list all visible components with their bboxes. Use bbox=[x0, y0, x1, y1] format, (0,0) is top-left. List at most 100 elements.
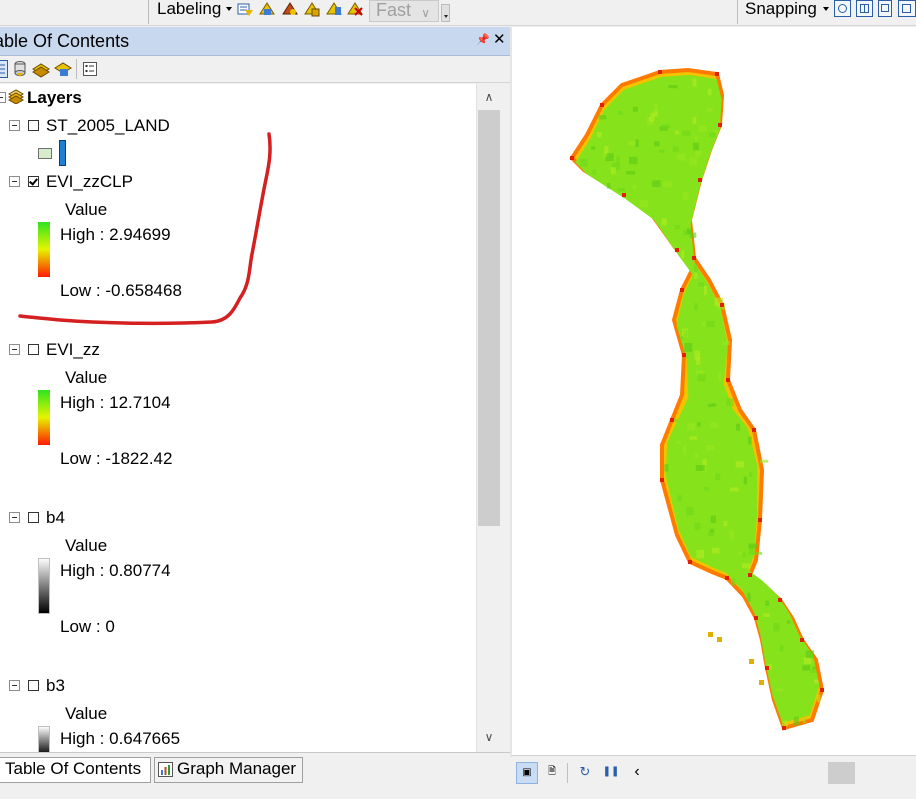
tab-table-of-contents[interactable]: Table Of Contents bbox=[0, 757, 151, 783]
polygon-symbol-swatch[interactable] bbox=[38, 148, 52, 159]
scroll-left-icon[interactable]: ‹ bbox=[626, 762, 648, 784]
layer-visibility-checkbox[interactable] bbox=[28, 344, 39, 355]
raster-edge-pixel bbox=[675, 248, 679, 252]
raster-texture-cell bbox=[802, 665, 811, 671]
data-view-button[interactable]: ▣ bbox=[516, 762, 538, 784]
raster-texture-cell bbox=[721, 340, 730, 345]
raster-edge-pixel bbox=[820, 688, 824, 692]
chevron-down-icon[interactable] bbox=[823, 7, 829, 11]
snapping-menu[interactable]: Snapping bbox=[745, 0, 817, 20]
raster-texture-cell bbox=[710, 515, 716, 524]
map-horizontal-scroll-thumb[interactable] bbox=[828, 762, 855, 784]
legend-high-value: High : 0.647665 bbox=[60, 729, 181, 748]
legend-field-label: Value bbox=[65, 200, 108, 219]
pin-icon[interactable]: 📌 bbox=[476, 33, 490, 46]
layer-name-b4[interactable]: b4 bbox=[46, 509, 65, 527]
options-icon[interactable] bbox=[82, 61, 98, 77]
raster-texture-cell bbox=[635, 139, 639, 148]
layers-root-label[interactable]: Layers bbox=[27, 89, 82, 107]
color-ramp-swatch[interactable] bbox=[38, 390, 50, 445]
map-canvas[interactable] bbox=[512, 27, 916, 755]
collapse-layer-toggle[interactable] bbox=[9, 512, 20, 523]
pause-labeling-icon[interactable] bbox=[325, 1, 343, 17]
list-by-source-icon[interactable] bbox=[12, 60, 28, 78]
vertex-snapping-icon[interactable] bbox=[878, 0, 892, 17]
graph-icon bbox=[158, 762, 173, 777]
raster-texture-cell bbox=[687, 423, 696, 431]
tab-label: Table Of Contents bbox=[5, 759, 142, 778]
raster-texture-cell bbox=[692, 117, 697, 124]
raster-texture-cell bbox=[773, 622, 780, 632]
layer-name-evi-zz[interactable]: EVI_zz bbox=[46, 341, 100, 359]
point-snapping-icon[interactable] bbox=[834, 0, 851, 17]
line-symbol-swatch[interactable] bbox=[59, 140, 66, 166]
arcmap-window: Labeling Fast ∨ Snapping ble Of Contents… bbox=[0, 0, 916, 799]
raster-texture-cell bbox=[693, 264, 698, 273]
raster-texture-cell bbox=[697, 373, 706, 382]
raster-edge-pixel bbox=[765, 666, 769, 670]
raster-texture-cell bbox=[696, 549, 705, 559]
raster-edge-pixel bbox=[758, 518, 762, 522]
raster-texture-cell bbox=[743, 476, 747, 485]
collapse-layers-toggle[interactable] bbox=[0, 92, 6, 103]
raster-texture-cell bbox=[672, 146, 679, 152]
toc-scrollbar-thumb[interactable] bbox=[478, 110, 500, 526]
toolbar-separator bbox=[148, 0, 149, 24]
pause-drawing-icon[interactable]: ❚❚ bbox=[600, 762, 622, 784]
label-manager-icon[interactable] bbox=[236, 1, 254, 17]
close-icon[interactable]: ✕ bbox=[493, 30, 506, 48]
raster-texture-cell bbox=[682, 192, 689, 200]
raster-texture-cell bbox=[639, 199, 648, 207]
raster-texture-cell bbox=[747, 592, 751, 602]
chevron-down-icon[interactable] bbox=[226, 7, 232, 11]
raster-texture-cell bbox=[694, 271, 698, 279]
collapse-layer-toggle[interactable] bbox=[9, 176, 20, 187]
collapse-layer-toggle[interactable] bbox=[9, 344, 20, 355]
lock-labels-icon[interactable] bbox=[303, 1, 321, 17]
view-unplaced-labels-icon[interactable] bbox=[346, 1, 364, 17]
collapse-layer-toggle[interactable] bbox=[9, 120, 20, 131]
raster-texture-cell bbox=[753, 551, 763, 555]
labeling-menu[interactable]: Labeling bbox=[157, 0, 221, 20]
legend-low-value: Low : -1822.42 bbox=[60, 449, 173, 468]
raster-texture-cell bbox=[779, 645, 784, 652]
layer-name-b3[interactable]: b3 bbox=[46, 677, 65, 695]
layer-visibility-checkbox[interactable] bbox=[28, 512, 39, 523]
toolbar-options-grip[interactable] bbox=[441, 4, 450, 22]
label-quality-dropdown[interactable]: Fast ∨ bbox=[369, 0, 439, 22]
scroll-up-icon[interactable]: ∧ bbox=[481, 90, 497, 106]
label-weight-icon[interactable] bbox=[281, 1, 299, 17]
color-ramp-swatch[interactable] bbox=[38, 222, 50, 277]
scroll-down-icon[interactable]: ∨ bbox=[481, 730, 497, 746]
raster-edge-pixel bbox=[782, 726, 786, 730]
label-priority-icon[interactable] bbox=[258, 1, 276, 17]
end-snapping-icon[interactable] bbox=[856, 0, 873, 17]
raster-texture-cell bbox=[729, 530, 735, 540]
raster-texture-cell bbox=[632, 106, 638, 112]
layer-visibility-checkbox[interactable] bbox=[28, 120, 39, 131]
layer-name-st-2005-land[interactable]: ST_2005_LAND bbox=[46, 117, 170, 135]
layer-visibility-checkbox[interactable] bbox=[28, 176, 39, 187]
raster-texture-cell bbox=[684, 342, 693, 352]
raster-texture-cell bbox=[786, 620, 791, 624]
raster-texture-cell bbox=[748, 543, 758, 549]
layer-visibility-checkbox[interactable] bbox=[28, 680, 39, 691]
collapse-layer-toggle[interactable] bbox=[9, 680, 20, 691]
list-by-drawing-order-icon[interactable] bbox=[0, 60, 8, 78]
label-quality-value: Fast bbox=[376, 0, 412, 20]
grayscale-ramp-swatch[interactable] bbox=[38, 558, 50, 614]
refresh-icon[interactable]: ↻ bbox=[574, 762, 596, 784]
raster-edge-pixel bbox=[680, 288, 684, 292]
grayscale-ramp-swatch[interactable] bbox=[38, 726, 50, 752]
list-by-visibility-icon[interactable] bbox=[32, 60, 50, 78]
layout-view-button[interactable]: 🗎 bbox=[541, 762, 563, 784]
raster-edge-pixel bbox=[718, 123, 722, 127]
raster-texture-cell bbox=[765, 600, 770, 606]
raster-texture-cell bbox=[708, 403, 713, 407]
raster-texture-cell bbox=[654, 141, 660, 147]
tab-graph-manager[interactable]: Graph Manager bbox=[154, 757, 303, 783]
layer-name-evi-zzclp[interactable]: EVI_zzCLP bbox=[46, 173, 133, 191]
raster-texture-cell bbox=[658, 149, 665, 153]
list-by-selection-icon[interactable] bbox=[54, 60, 72, 78]
edge-snapping-icon[interactable] bbox=[898, 0, 916, 17]
